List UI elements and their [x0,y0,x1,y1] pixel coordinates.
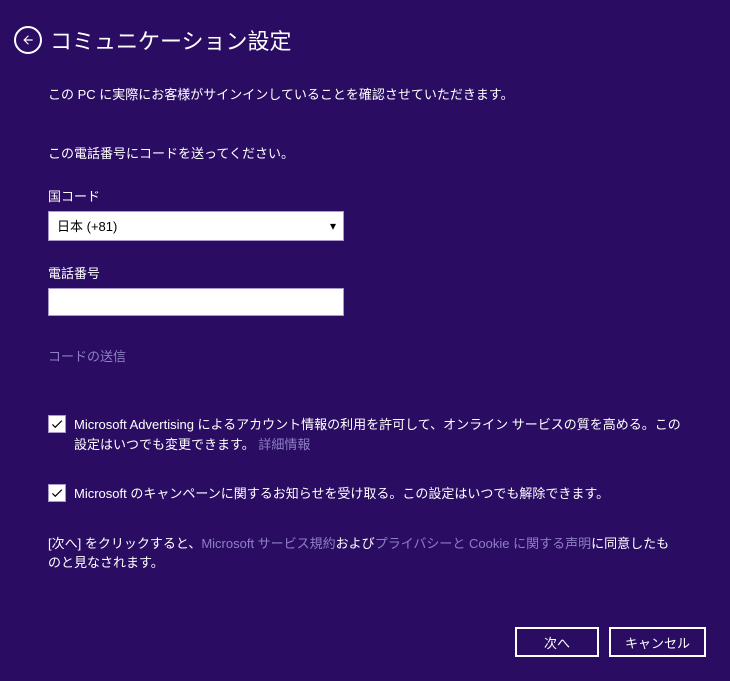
intro-text: この PC に実際にお客様がサインインしていることを確認させていただきます。 [48,84,682,103]
advertising-checkbox[interactable] [48,415,66,433]
advertising-checkbox-label: Microsoft Advertising によるアカウント情報の利用を許可して… [74,415,682,454]
advertising-text: Microsoft Advertising によるアカウント情報の利用を許可して… [74,417,681,452]
country-code-label: 国コード [48,186,682,205]
phone-input[interactable] [48,288,344,316]
agreement-text: [次へ] をクリックすると、Microsoft サービス規約およびプライバシーと… [48,534,682,573]
checkmark-icon [50,486,64,500]
details-link[interactable]: 詳細情報 [258,437,310,452]
campaign-text: Microsoft のキャンペーンに関するお知らせを受け取る。この設定はいつでも… [74,486,609,501]
page-title: コミュニケーション設定 [50,24,292,56]
send-code-prompt: この電話番号にコードを送ってください。 [48,143,682,162]
terms-link[interactable]: Microsoft サービス規約 [201,536,335,551]
country-code-select[interactable]: 日本 (+81) [48,211,344,241]
campaign-checkbox[interactable] [48,484,66,502]
cancel-button[interactable]: キャンセル [609,627,706,657]
agreement-before: [次へ] をクリックすると、 [48,536,201,551]
next-button[interactable]: 次へ [515,627,599,657]
phone-label: 電話番号 [48,263,682,282]
back-button[interactable] [14,26,42,54]
agreement-mid: および [336,536,375,551]
privacy-link[interactable]: プライバシーと Cookie に関する声明 [375,536,591,551]
campaign-checkbox-label: Microsoft のキャンペーンに関するお知らせを受け取る。この設定はいつでも… [74,484,682,504]
checkmark-icon [50,417,64,431]
send-code-link[interactable]: コードの送信 [48,346,126,365]
back-arrow-icon [21,33,35,47]
